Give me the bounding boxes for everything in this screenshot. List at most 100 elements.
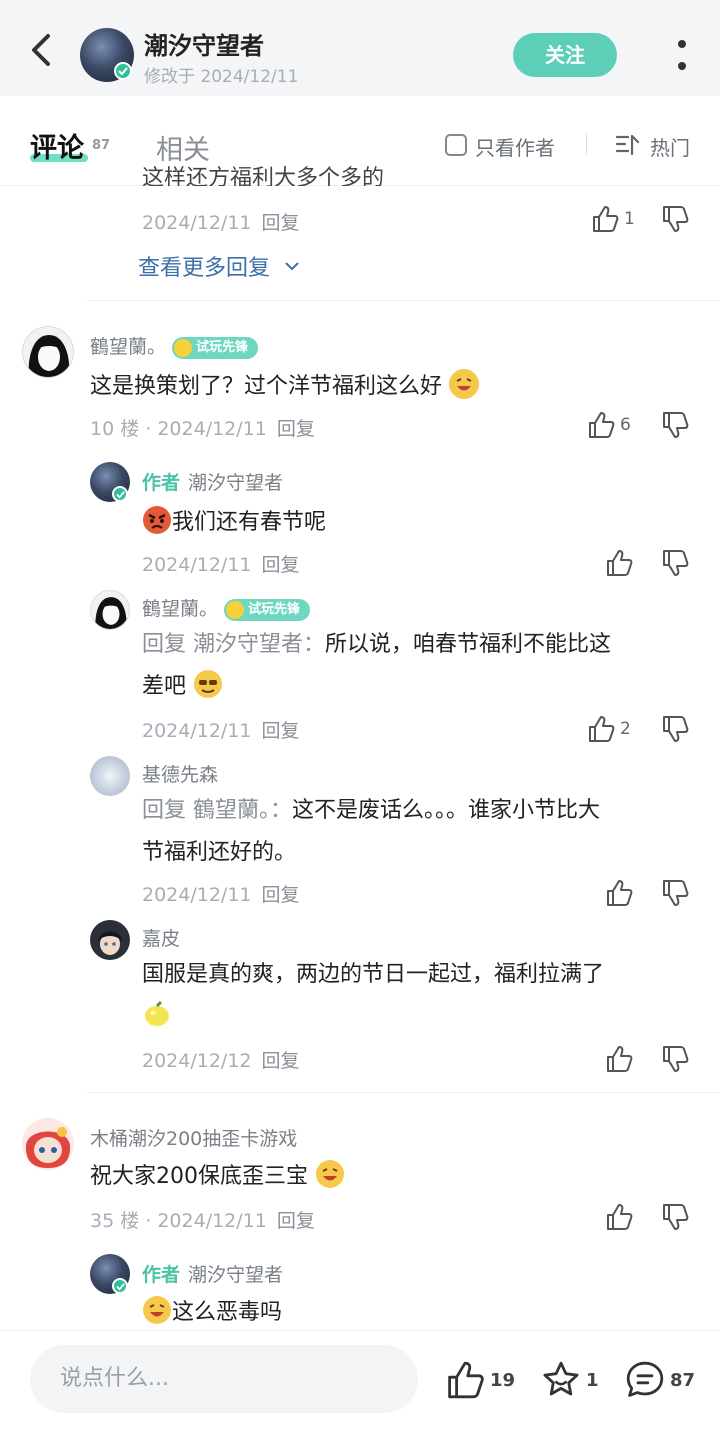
user-avatar[interactable] (22, 326, 74, 378)
thumbs-down-icon (663, 716, 689, 742)
tab-comments[interactable]: 评论 (30, 126, 84, 165)
like-button[interactable]: 6 (586, 410, 631, 440)
dislike-button[interactable] (660, 714, 690, 744)
reply-link[interactable]: 回复 (262, 720, 300, 742)
reply-to-prefix[interactable]: 回复 潮汐守望者： (142, 632, 325, 657)
thumbs-up-icon (593, 206, 619, 232)
thumbs-up-icon (607, 880, 633, 906)
reply-link[interactable]: 回复 (262, 212, 300, 234)
dislike-button[interactable] (660, 1044, 690, 1074)
comment-username[interactable]: 鶴望蘭。 试玩先锋 (90, 332, 259, 359)
divider (586, 134, 587, 154)
user-avatar[interactable] (22, 1118, 74, 1170)
thumbs-down-icon (663, 412, 689, 438)
reply-link[interactable]: 回复 (262, 554, 300, 576)
trial-pioneer-badge: 试玩先锋 (224, 599, 311, 621)
reply-to-prefix[interactable]: 回复 鶴望蘭。： (142, 798, 292, 823)
thumbs-up-icon (589, 716, 615, 742)
reply-username[interactable]: 鶴望蘭。 试玩先锋 (142, 594, 311, 621)
author-avatar[interactable] (90, 462, 130, 502)
thumbs-down-icon (663, 1204, 689, 1230)
comments-count: 87 (92, 138, 111, 153)
author-avatar[interactable] (90, 1254, 130, 1294)
like-button[interactable]: 2 (586, 714, 631, 744)
like-button[interactable]: 1 (590, 204, 635, 234)
like-button[interactable] (604, 878, 634, 908)
reply-text: 我们还有春节呢 (142, 502, 326, 544)
star-icon (543, 1361, 579, 1396)
post-like-button[interactable]: 19 (444, 1359, 515, 1401)
verified-icon (112, 1278, 128, 1294)
reply-username[interactable]: 嘉皮 (142, 924, 180, 951)
thumbs-up-icon (607, 1204, 633, 1230)
dislike-button[interactable] (660, 410, 690, 440)
laughing-face-emoji (142, 1295, 172, 1325)
thumbs-down-icon (663, 1046, 689, 1072)
reply-meta: 2024/12/11 回复 (142, 884, 300, 906)
reply-username[interactable]: 作者 潮汐守望者 (142, 1260, 283, 1287)
trial-pioneer-badge: 试玩先锋 (172, 337, 259, 359)
view-more-replies[interactable]: 查看更多回复 (138, 250, 303, 282)
author-tag: 作者 (142, 1264, 181, 1286)
reply-username[interactable]: 作者 潮汐守望者 (142, 468, 283, 495)
user-avatar[interactable] (90, 590, 130, 630)
comment-input[interactable]: 说点什么... (30, 1345, 418, 1413)
dislike-button[interactable] (660, 878, 690, 908)
verified-icon (112, 486, 128, 502)
thumbs-down-icon (663, 550, 689, 576)
comment-count: 87 (670, 1369, 696, 1391)
checkbox-icon[interactable] (445, 134, 467, 156)
author-name[interactable]: 潮汐守望者 (144, 26, 264, 61)
comment-text: 祝大家200保底歪三宝 (90, 1156, 345, 1198)
sort-icon (615, 134, 640, 156)
verified-icon (114, 62, 132, 80)
dislike-button[interactable] (660, 204, 690, 234)
dislike-button[interactable] (660, 1202, 690, 1232)
reply-text: 国服是真的爽，两边的节日一起过，福利拉满了 (142, 954, 698, 1038)
user-avatar[interactable] (90, 920, 130, 960)
chevron-down-icon (285, 262, 299, 271)
comment-meta: 10 楼 · 2024/12/11 回复 (90, 418, 315, 440)
author-tag: 作者 (142, 472, 181, 494)
more-options-icon[interactable] (672, 38, 692, 74)
reply-link[interactable]: 回复 (277, 418, 315, 440)
reply-link[interactable]: 回复 (262, 1050, 300, 1072)
comment-bubble-icon (626, 1361, 664, 1397)
laughing-face-emoji (449, 369, 480, 399)
comment-username[interactable]: 木桶潮汐200抽歪卡游戏 (90, 1124, 297, 1151)
reply-meta: 2024/12/12 回复 (142, 1050, 300, 1072)
lemon-emoji (142, 999, 172, 1029)
follow-button[interactable]: 关注 (513, 33, 617, 77)
thumbs-up-icon (607, 1046, 633, 1072)
reply-text: 这么恶毒吗 (142, 1292, 282, 1334)
thumbs-up-icon (607, 550, 633, 576)
reply-text: 回复 潮汐守望者：所以说，咱春节福利不能比这 差吧 (142, 632, 612, 699)
reply-meta: 2024/12/11 回复 (142, 720, 300, 742)
like-count: 2 (620, 719, 631, 739)
sort-label: 热门 (650, 136, 690, 160)
angry-face-emoji (142, 505, 172, 535)
back-arrow-icon[interactable] (22, 30, 62, 70)
comment-button[interactable]: 87 (624, 1359, 695, 1401)
favorite-button[interactable]: 1 (540, 1359, 599, 1401)
reply-username[interactable]: 基德先森 (142, 760, 218, 787)
like-count: 1 (624, 209, 635, 229)
reply-link[interactable]: 回复 (277, 1210, 315, 1232)
reply-link[interactable]: 回复 (262, 884, 300, 906)
favorite-count: 1 (586, 1369, 599, 1391)
divider (86, 300, 720, 301)
author-avatar[interactable] (80, 28, 134, 82)
comment-meta: 35 楼 · 2024/12/11 回复 (90, 1210, 315, 1232)
reply-text: 回复 鶴望蘭。：这不是废话么。。。谁家小节比大 节福利还好的。 (142, 798, 601, 865)
user-avatar[interactable] (90, 756, 130, 796)
smug-face-emoji (193, 669, 223, 699)
bottom-bar: 说点什么... 19 1 87 (0, 1330, 720, 1440)
like-button[interactable] (604, 548, 634, 578)
like-button[interactable] (604, 1202, 634, 1232)
thumbs-down-icon (663, 206, 689, 232)
like-button[interactable] (604, 1044, 634, 1074)
thumbs-down-icon (663, 880, 689, 906)
reply-meta: 2024/12/11 回复 (142, 212, 300, 234)
reply-meta: 2024/12/11 回复 (142, 554, 300, 576)
dislike-button[interactable] (660, 548, 690, 578)
